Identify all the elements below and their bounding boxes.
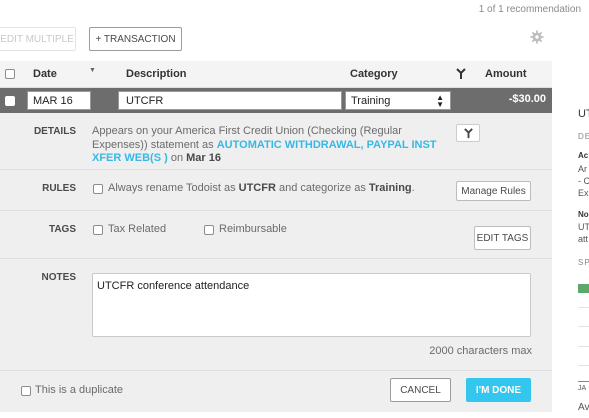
rule-rename-to: UTCFR bbox=[238, 182, 276, 194]
manage-rules-button[interactable]: Manage Rules bbox=[456, 181, 531, 201]
reimbursable-checkbox[interactable] bbox=[204, 225, 214, 235]
split-icon bbox=[463, 127, 473, 138]
selected-transaction-row[interactable]: MAR 16 UTCFR Training ▲ ▼ -$30.00 bbox=[0, 88, 552, 113]
tags-section: TAGS Tax Related Reimbursable EDIT TAGS bbox=[0, 211, 552, 259]
toolbar: EDIT MULTIPLE + TRANSACTION bbox=[0, 26, 552, 52]
details-section: DETAILS Appears on your America First Cr… bbox=[0, 113, 552, 170]
side-panel-notes-label: No bbox=[578, 210, 589, 219]
category-select[interactable]: Training ▲ ▼ bbox=[345, 91, 451, 110]
notes-char-limit: 2000 characters max bbox=[429, 345, 532, 357]
column-amount[interactable]: Amount bbox=[485, 68, 527, 80]
select-arrows-icon: ▲ ▼ bbox=[436, 93, 444, 109]
side-panel-notes-line: att bbox=[578, 234, 589, 244]
transaction-detail-panel: DETAILS Appears on your America First Cr… bbox=[0, 113, 552, 412]
divider bbox=[578, 365, 589, 366]
rule-text-3: . bbox=[411, 182, 415, 194]
side-panel-spending-label: SP bbox=[578, 258, 589, 267]
tax-related-label[interactable]: Tax Related bbox=[108, 223, 166, 235]
side-panel-account-line: Ar bbox=[578, 164, 587, 174]
done-button[interactable]: I'M DONE bbox=[466, 378, 531, 402]
side-panel-account-line: - C bbox=[578, 176, 589, 186]
gear-icon[interactable] bbox=[530, 30, 544, 44]
cancel-button[interactable]: CANCEL bbox=[390, 378, 451, 402]
notes-label: NOTES bbox=[41, 272, 76, 283]
recommendation-count[interactable]: 1 of 1 recommendation bbox=[479, 4, 581, 15]
amount-value: -$30.00 bbox=[508, 93, 546, 105]
side-panel-account-line: Ex bbox=[578, 188, 589, 198]
split-icon[interactable] bbox=[455, 68, 467, 80]
tax-related-checkbox[interactable] bbox=[93, 225, 103, 235]
column-description[interactable]: Description bbox=[126, 68, 187, 80]
statement-date: Mar 16 bbox=[186, 152, 221, 164]
detail-footer: This is a duplicate CANCEL I'M DONE bbox=[0, 371, 552, 412]
sort-down-icon[interactable]: ▼ bbox=[89, 67, 96, 74]
divider bbox=[578, 326, 589, 327]
side-panel-title: UT bbox=[578, 108, 589, 120]
date-field[interactable]: MAR 16 bbox=[27, 91, 91, 110]
side-panel-month: JA bbox=[578, 385, 587, 392]
grid-header: Date ▼ Description Category Amount bbox=[0, 61, 552, 88]
description-field[interactable]: UTCFR bbox=[118, 91, 342, 110]
side-panel-footer: Av bbox=[578, 402, 589, 413]
divider bbox=[578, 346, 589, 347]
duplicate-checkbox[interactable] bbox=[21, 386, 31, 396]
rule-text-1: Always rename Todoist as bbox=[108, 182, 239, 194]
column-category[interactable]: Category bbox=[350, 68, 398, 80]
tags-label: TAGS bbox=[48, 224, 76, 235]
add-transaction-button[interactable]: + TRANSACTION bbox=[89, 27, 182, 51]
edit-tags-button[interactable]: EDIT TAGS bbox=[474, 226, 531, 250]
details-text: Appears on your America First Credit Uni… bbox=[92, 125, 442, 166]
rename-rule-text[interactable]: Always rename Todoist as UTCFR and categ… bbox=[108, 182, 415, 194]
details-text-2: on bbox=[167, 152, 187, 164]
divider bbox=[578, 307, 589, 308]
side-panel-section: DE bbox=[578, 132, 589, 141]
axis-line bbox=[578, 381, 589, 382]
duplicate-label[interactable]: This is a duplicate bbox=[35, 384, 123, 396]
split-transaction-button[interactable] bbox=[456, 124, 480, 142]
side-panel-notes-line: UT bbox=[578, 222, 589, 232]
row-checkbox[interactable] bbox=[5, 96, 15, 106]
spending-bar bbox=[578, 284, 589, 293]
rule-text-2: and categorize as bbox=[275, 182, 369, 194]
transaction-grid: Date ▼ Description Category Amount MAR 1… bbox=[0, 61, 552, 412]
rule-category: Training bbox=[368, 182, 412, 194]
select-all-checkbox[interactable] bbox=[5, 69, 15, 79]
notes-textarea[interactable]: UTCFR conference attendance bbox=[92, 273, 531, 337]
side-panel-account-label: Ac bbox=[578, 151, 589, 160]
edit-multiple-button[interactable]: EDIT MULTIPLE bbox=[0, 27, 76, 51]
rename-rule-checkbox[interactable] bbox=[93, 184, 103, 194]
notes-section: NOTES UTCFR conference attendance 2000 c… bbox=[0, 259, 552, 371]
column-date[interactable]: Date bbox=[33, 68, 57, 80]
rules-section: RULES Always rename Todoist as UTCFR and… bbox=[0, 170, 552, 211]
details-label: DETAILS bbox=[33, 126, 76, 137]
rules-label: RULES bbox=[42, 183, 76, 194]
reimbursable-label[interactable]: Reimbursable bbox=[219, 223, 287, 235]
category-value: Training bbox=[351, 94, 391, 107]
transaction-side-panel: UT DE Ac Ar - C Ex No UT att SP JA Av bbox=[575, 0, 589, 418]
